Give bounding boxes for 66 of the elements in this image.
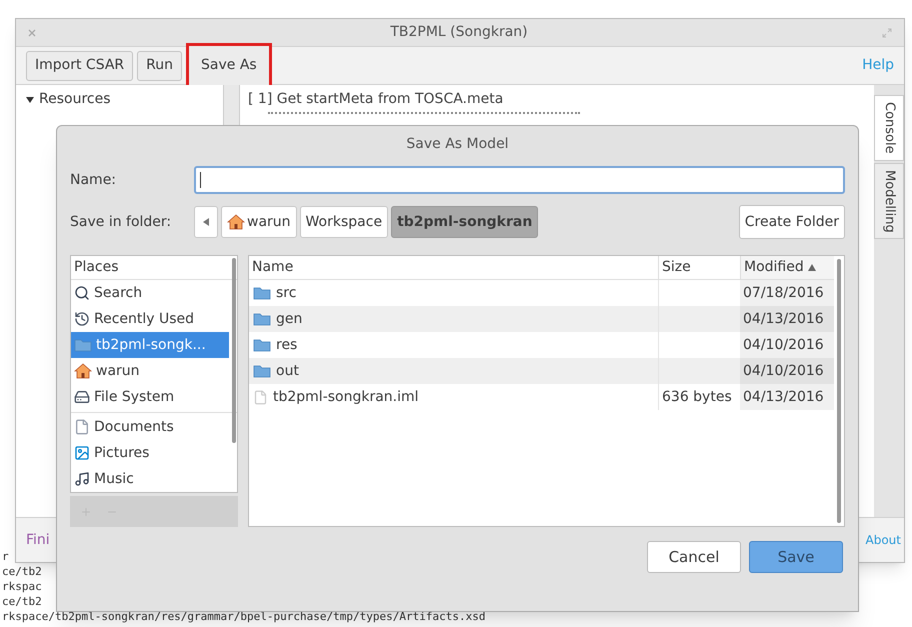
side-tab[interactable]: Modelling xyxy=(874,162,904,240)
terminal-line: r xyxy=(2,549,10,564)
column-header[interactable]: Modified xyxy=(740,256,834,279)
console-line: [ 1] Get startMeta from TOSCA.meta xyxy=(248,90,504,109)
place-item[interactable]: Recently Used xyxy=(71,306,229,332)
side-tab[interactable]: Console xyxy=(874,95,904,161)
modified-cell-text: 04/13/2016 xyxy=(743,388,824,406)
folder-icon xyxy=(74,338,92,352)
status-text: Fini xyxy=(26,530,50,550)
terminal-line: ce/tb2 xyxy=(2,564,43,579)
place-item[interactable]: Documents xyxy=(71,414,229,440)
terminal-line: ce/tb2 xyxy=(2,594,43,609)
folder-label: Save in folder: xyxy=(70,212,172,232)
drive-icon xyxy=(74,389,90,405)
terminal-line: rkspace/tb2pml-songkran/res/grammar/bpel-purchase/tmp/types/Artifacts.xsd xyxy=(2,609,486,624)
path-button[interactable]: Workspace xyxy=(300,206,388,238)
back-button[interactable] xyxy=(194,206,218,238)
place-item[interactable]: warun xyxy=(71,358,229,384)
modified-cell-text: 04/10/2016 xyxy=(743,362,824,380)
folder-icon xyxy=(253,286,271,300)
music-note-icon xyxy=(74,471,90,487)
place-item[interactable]: Pictures xyxy=(71,440,229,466)
close-icon[interactable] xyxy=(28,28,36,36)
file-icon xyxy=(253,390,268,404)
path-button[interactable]: tb2pml-songkran xyxy=(391,206,538,238)
create-folder-button[interactable]: Create Folder xyxy=(738,205,845,239)
place-item[interactable]: File System xyxy=(71,384,229,410)
left-triangle-icon xyxy=(203,218,209,226)
folder-icon xyxy=(253,312,271,326)
maximize-icon[interactable] xyxy=(882,28,892,38)
expander-icon[interactable] xyxy=(26,96,34,104)
file-name-cell[interactable]: out xyxy=(249,358,658,384)
sort-arrow-icon xyxy=(808,264,816,271)
house-icon xyxy=(74,363,92,379)
path-button[interactable]: warun xyxy=(221,206,297,238)
size-cell-text: 636 bytes xyxy=(662,388,732,406)
scrollbar-thumb[interactable] xyxy=(232,258,236,443)
house-icon xyxy=(227,214,245,230)
file-name-cell[interactable]: src xyxy=(249,280,658,306)
scrollbar-thumb[interactable] xyxy=(837,259,841,523)
folder-icon xyxy=(253,338,271,352)
dialog-button[interactable]: Save xyxy=(749,541,843,573)
toolbar-button[interactable]: Run xyxy=(137,50,182,80)
modified-cell-text: 04/10/2016 xyxy=(743,336,824,354)
place-item[interactable]: Search xyxy=(71,280,229,306)
place-item[interactable]: tb2pml-songk... xyxy=(71,332,229,358)
modified-cell-text: 04/13/2016 xyxy=(743,310,824,328)
place-item[interactable]: Music xyxy=(71,466,229,492)
file-name-cell[interactable]: res xyxy=(249,332,658,358)
file-name-cell[interactable]: gen xyxy=(249,306,658,332)
dialog-title: Save As Model xyxy=(405,134,510,154)
column-header[interactable]: Name xyxy=(249,256,658,279)
name-label: Name: xyxy=(70,170,118,190)
clock-icon xyxy=(74,311,90,327)
file-name-cell[interactable]: tb2pml-songkran.iml xyxy=(249,384,658,410)
modified-cell-text: 07/18/2016 xyxy=(743,284,824,302)
search-icon xyxy=(74,285,90,301)
window-title: TB2PML (Songkran) xyxy=(389,23,529,42)
folder-icon xyxy=(253,364,271,378)
document-icon xyxy=(74,419,90,435)
name-field[interactable] xyxy=(194,166,845,194)
tree-item[interactable]: Resources xyxy=(26,89,223,110)
dialog-button[interactable]: Cancel xyxy=(647,541,741,573)
terminal-line: rkspac xyxy=(2,579,43,594)
picture-icon xyxy=(74,445,90,461)
toolbar-button[interactable]: Import CSAR xyxy=(26,50,134,80)
